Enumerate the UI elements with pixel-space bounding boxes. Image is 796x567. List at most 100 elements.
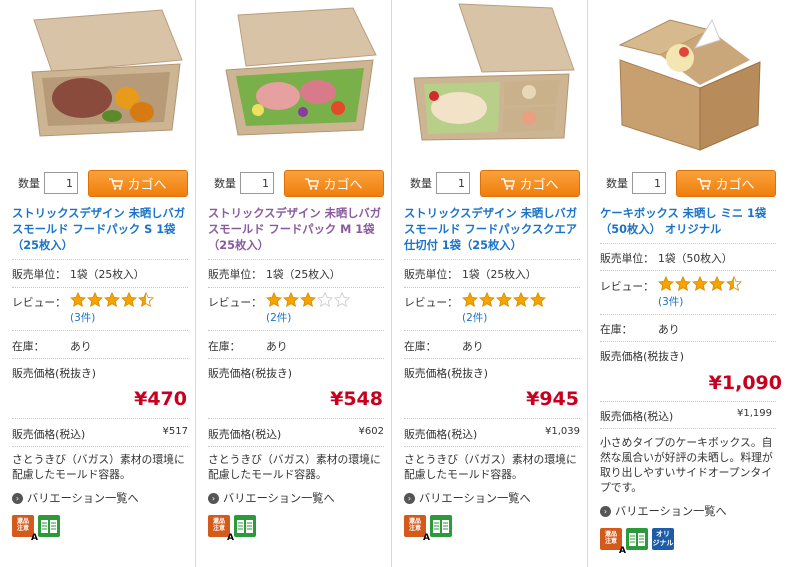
quantity-row: 数量 [214, 172, 274, 194]
star-icon [658, 276, 674, 291]
sales-unit-value: 1袋（25枚入） [462, 268, 537, 281]
star-icon [121, 292, 137, 307]
star-icon [675, 276, 691, 291]
stock-row: 在庫： あり [12, 338, 188, 354]
product-description: 小さめタイプのケーキボックス。自然な風合いが好評の未晒し。料理が取り出しやすいサ… [600, 436, 773, 494]
book-icon [626, 528, 648, 550]
add-to-cart-button[interactable]: カゴへ [676, 170, 776, 197]
price-ex: ¥1,090 [708, 372, 782, 394]
product-description: さとうきび（バガス）素材の環境に配慮したモールド容器。 [404, 453, 577, 481]
sales-unit-row: 販売単位： 1袋（25枚入） [12, 266, 188, 282]
sales-unit-value: 1袋（25枚入） [266, 268, 341, 281]
divider [404, 330, 580, 331]
product-image[interactable] [404, 0, 579, 160]
price-in-value: ¥1,039 [545, 426, 580, 437]
price-in-row: 販売価格(税込) ¥602 [208, 426, 384, 442]
divider [208, 330, 384, 331]
divider [404, 418, 580, 419]
divider [12, 446, 188, 447]
star-icon [709, 276, 725, 291]
add-to-cart-button[interactable]: カゴへ [480, 170, 580, 197]
product-title-link[interactable]: ケーキボックス 未晒し ミニ 1袋（50枚入） オリジナル [600, 206, 776, 238]
price-in-label: 販売価格(税込) [404, 428, 478, 441]
sales-unit-row: 販売単位： 1袋（25枚入） [404, 266, 580, 282]
add-to-cart-button[interactable]: カゴへ [284, 170, 384, 197]
star-icon [496, 292, 512, 307]
quantity-row: 数量 [410, 172, 470, 194]
divider [208, 358, 384, 359]
divider [208, 446, 384, 447]
price-ex-label: 販売価格(税抜き) [600, 350, 685, 363]
quantity-input[interactable] [240, 172, 274, 194]
review-count-link[interactable]: (2件) [266, 310, 291, 325]
divider [12, 418, 188, 419]
variation-link[interactable]: › バリエーション一覧へ [208, 490, 335, 506]
quantity-input[interactable] [436, 172, 470, 194]
divider [208, 259, 384, 260]
star-icon [513, 292, 529, 307]
arrow-right-icon: › [12, 492, 23, 504]
quantity-input[interactable] [44, 172, 78, 194]
cart-icon [501, 177, 516, 190]
rating-stars [462, 292, 547, 307]
price-in-row: 販売価格(税込) ¥1,039 [404, 426, 580, 442]
variation-link[interactable]: › バリエーション一覧へ [600, 503, 727, 519]
review-key: レビュー： [600, 280, 654, 293]
product-title-link[interactable]: ストリックスデザイン 未晒しバガスモールド フードパック S 1袋（25枚入） [12, 206, 188, 254]
product-description: さとうきび（バガス）素材の環境に配慮したモールド容器。 [12, 453, 185, 481]
divider [208, 418, 384, 419]
arrow-right-icon: › [208, 492, 219, 504]
price-ex: ¥548 [330, 388, 383, 410]
product-image[interactable] [600, 0, 775, 160]
divider [600, 341, 776, 342]
price-in-label: 販売価格(税込) [600, 410, 674, 423]
rating-stars [658, 276, 743, 291]
stock-row: 在庫： あり [404, 338, 580, 354]
product-title-link[interactable]: ストリックスデザイン 未晒しバガスモールド フードパックスクエア 仕切付 1袋（… [404, 206, 580, 254]
product-description: さとうきび（バガス）素材の環境に配慮したモールド容器。 [208, 453, 381, 481]
rating-stars [70, 292, 155, 307]
badge-icons: 還品 注意 A [12, 515, 60, 543]
product-image[interactable] [12, 0, 187, 160]
add-to-cart-button[interactable]: カゴへ [88, 170, 188, 197]
quantity-label: 数量 [214, 177, 236, 190]
warning-icon: 還品 注意 A [12, 515, 38, 543]
product-card: 数量 カゴへ ストリックスデザイン 未晒しバガスモールド フードパック M 1袋… [196, 0, 392, 567]
variation-label: バリエーション一覧へ [27, 492, 139, 505]
variation-link[interactable]: › バリエーション一覧へ [12, 490, 139, 506]
sales-unit-row: 販売単位： 1袋（50枚入） [600, 250, 776, 266]
divider [600, 270, 776, 271]
review-count-link[interactable]: (3件) [658, 294, 683, 309]
review-count-link[interactable]: (2件) [462, 310, 487, 325]
arrow-right-icon: › [404, 492, 415, 504]
variation-label: バリエーション一覧へ [223, 492, 335, 505]
sales-unit-key: 販売単位： [404, 268, 458, 281]
price-in-label: 販売価格(税込) [208, 428, 282, 441]
quantity-label: 数量 [410, 177, 432, 190]
price-ex: ¥945 [526, 388, 579, 410]
review-key: レビュー： [208, 296, 262, 309]
stock-value: あり [462, 340, 484, 353]
review-key: レビュー： [404, 296, 458, 309]
product-title-link[interactable]: ストリックスデザイン 未晒しバガスモールド フードパック M 1袋（25枚入） [208, 206, 384, 254]
cart-button-label: カゴへ [323, 178, 363, 193]
star-icon [87, 292, 103, 307]
book-icon [234, 515, 256, 537]
divider [600, 243, 776, 244]
divider [12, 330, 188, 331]
stock-key: 在庫： [208, 340, 241, 353]
stock-row: 在庫： あり [600, 321, 776, 337]
price-ex-label: 販売価格(税抜き) [208, 367, 293, 380]
price-ex: ¥470 [134, 388, 187, 410]
product-image[interactable] [208, 0, 383, 160]
variation-link[interactable]: › バリエーション一覧へ [404, 490, 531, 506]
review-count-link[interactable]: (3件) [70, 310, 95, 325]
warning-icon: 還品 注意 A [208, 515, 234, 543]
quantity-input[interactable] [632, 172, 666, 194]
variation-label: バリエーション一覧へ [615, 505, 727, 518]
cart-button-label: カゴへ [519, 178, 559, 193]
badge-icons: 還品 注意 A [208, 515, 256, 543]
divider [600, 428, 776, 429]
quantity-row: 数量 [606, 172, 666, 194]
star-icon [70, 292, 86, 307]
